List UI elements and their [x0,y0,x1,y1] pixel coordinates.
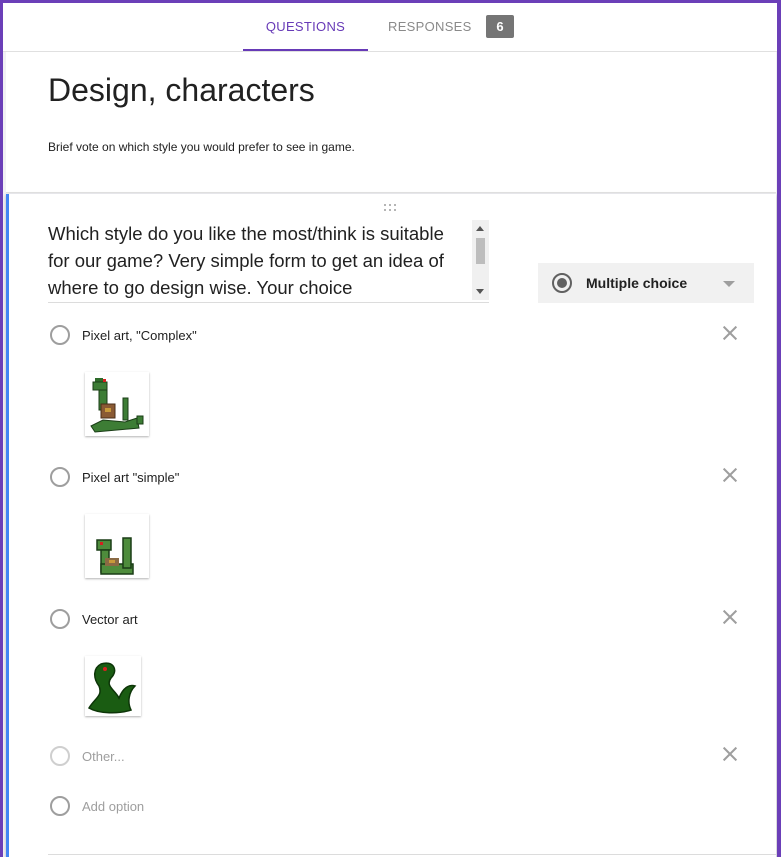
question-accent-bar [6,194,9,857]
other-option-label[interactable]: Other... [82,749,125,765]
divider [48,854,776,855]
scroll-up-icon[interactable] [476,226,484,231]
question-type-dropdown[interactable]: Multiple choice [538,263,754,303]
app-frame: QUESTIONS RESPONSES 6 Design, characters… [3,3,777,857]
option-radio-icon [50,746,70,766]
pixel-snake-complex-image [85,372,149,436]
scrollbar-thumb[interactable] [476,238,485,264]
question-title-scrollbar[interactable] [472,220,489,300]
remove-other-close-icon[interactable] [721,745,739,763]
scroll-down-icon[interactable] [476,289,484,294]
radio-button-icon [552,273,572,293]
responses-count-badge: 6 [486,15,514,38]
remove-option-1-close-icon[interactable] [721,324,739,342]
option-radio-icon [50,796,70,816]
form-description[interactable]: Brief vote on which style you would pref… [48,140,355,154]
option-radio-icon [50,325,70,345]
option-label-3[interactable]: Vector art [82,612,138,628]
question-card: Which style do you like the most/think i… [6,194,776,857]
question-title-field[interactable]: Which style do you like the most/think i… [48,220,489,303]
option-radio-icon [50,467,70,487]
add-option-button[interactable]: Add option [82,799,144,815]
option-label-1[interactable]: Pixel art, "Complex" [82,328,197,344]
tab-responses[interactable]: RESPONSES [388,3,472,51]
question-type-label: Multiple choice [586,275,688,291]
form-header-card: Design, characters Brief vote on which s… [6,52,776,193]
tab-questions-label: QUESTIONS [265,19,346,34]
remove-option-3-close-icon[interactable] [721,608,739,626]
drag-handle-icon[interactable] [384,204,400,212]
form-title[interactable]: Design, characters [48,72,315,109]
pixel-snake-simple-image [85,514,149,578]
dropdown-arrow-icon [723,281,735,287]
tab-questions[interactable]: QUESTIONS [243,3,368,51]
tab-bar: QUESTIONS RESPONSES 6 [3,3,777,52]
vector-snake-image [85,656,141,716]
question-title-text: Which style do you like the most/think i… [48,223,444,298]
active-tab-indicator [243,49,368,51]
option-radio-icon [50,609,70,629]
tab-responses-label: RESPONSES [388,19,472,34]
option-label-2[interactable]: Pixel art "simple" [82,470,179,486]
remove-option-2-close-icon[interactable] [721,466,739,484]
